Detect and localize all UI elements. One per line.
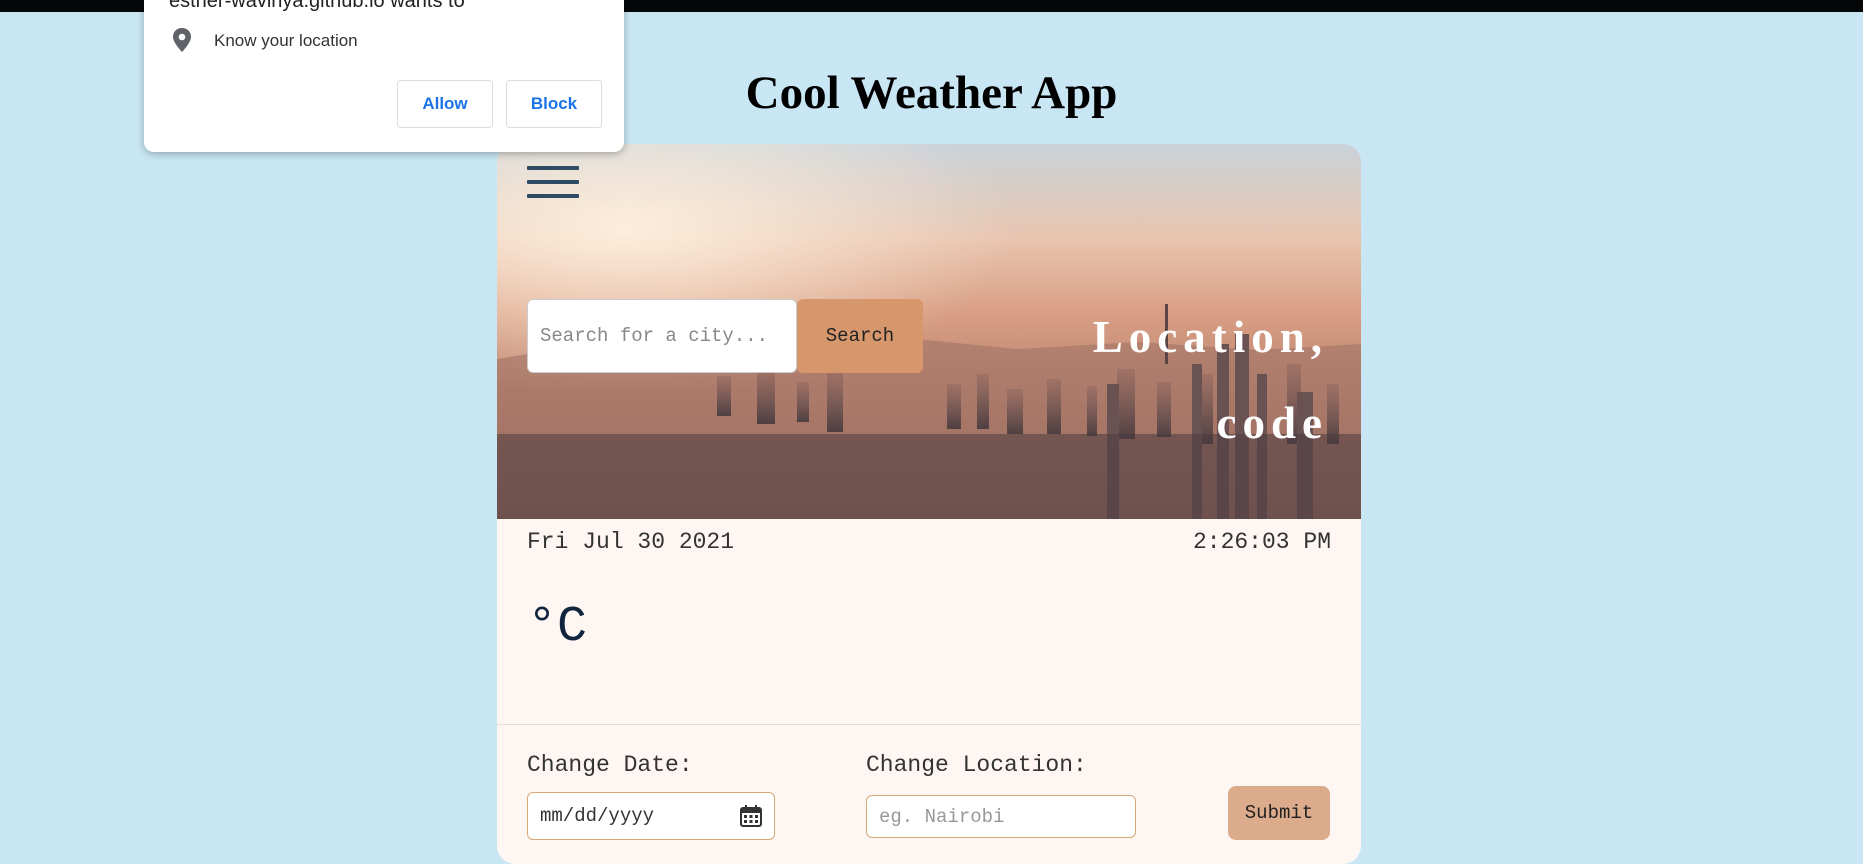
weather-card: Search Location, code Fri Jul 30 2021 2:… [497, 144, 1361, 864]
search-button[interactable]: Search [797, 299, 923, 373]
calendar-icon[interactable] [740, 805, 762, 827]
submit-button[interactable]: Submit [1228, 786, 1330, 840]
change-date-label: Change Date: [527, 752, 693, 778]
hero-banner: Search Location, code [497, 144, 1361, 519]
hamburger-menu-icon[interactable] [527, 166, 579, 202]
temperature-display: °C [527, 599, 588, 656]
change-location-label: Change Location: [866, 752, 1087, 778]
date-picker-field[interactable]: mm/dd/yyyy [527, 792, 775, 840]
location-heading: Location, code [1093, 294, 1328, 466]
popup-title: esther-wavinya.github.io wants to [169, 0, 465, 12]
location-name: Location, [1092, 312, 1328, 362]
location-pin-icon [173, 28, 191, 52]
current-time: 2:26:03 PM [1192, 529, 1331, 555]
permission-text: Know your location [214, 31, 358, 50]
allow-button[interactable]: Allow [397, 80, 493, 128]
current-date: Fri Jul 30 2021 [527, 529, 735, 555]
section-divider [497, 724, 1361, 725]
location-input[interactable] [866, 795, 1136, 838]
date-placeholder: mm/dd/yyyy [540, 805, 655, 827]
location-permission-popup: esther-wavinya.github.io wants to Know y… [144, 0, 624, 152]
search-input[interactable] [527, 299, 797, 373]
location-code: code [1216, 398, 1328, 448]
block-button[interactable]: Block [506, 80, 602, 128]
